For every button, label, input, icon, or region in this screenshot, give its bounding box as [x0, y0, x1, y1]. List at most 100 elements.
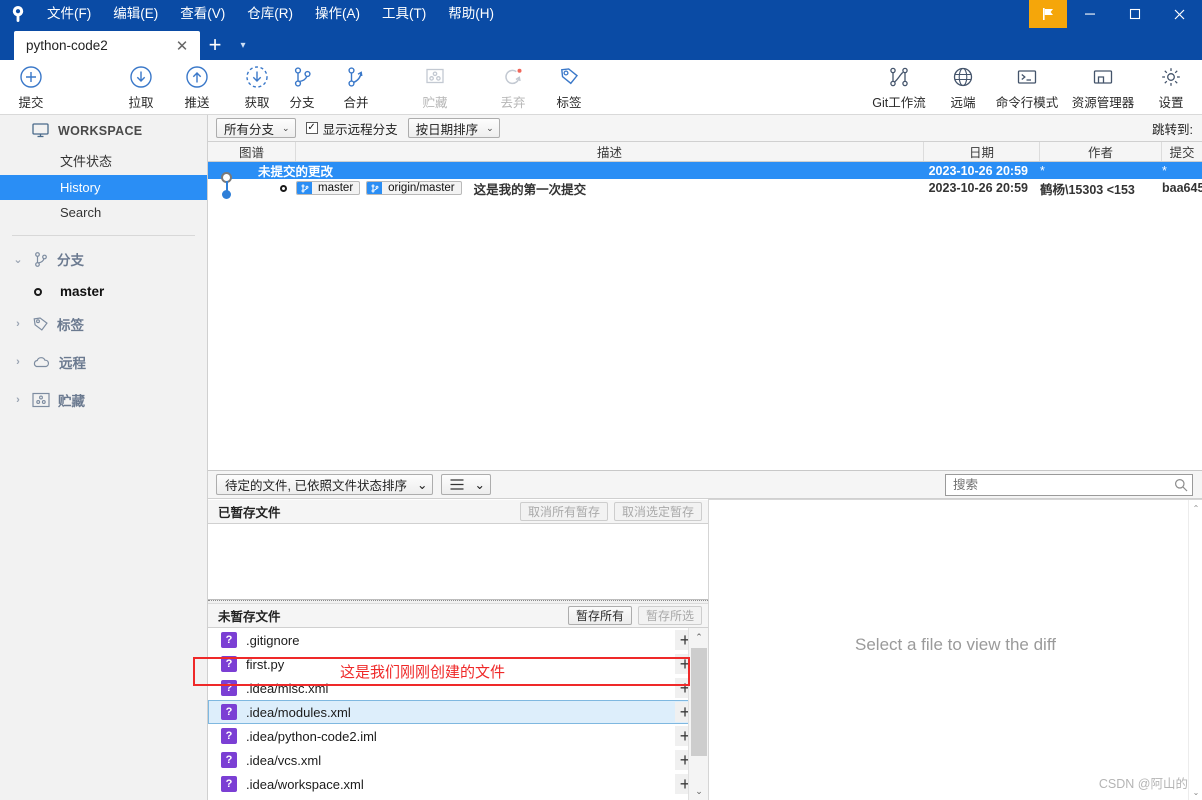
- sidebar-item-file-status[interactable]: 文件状态: [0, 146, 207, 175]
- list-item[interactable]: ? .idea/modules.xml +: [208, 700, 708, 724]
- diff-panel: Select a file to view the diff: [708, 500, 1202, 800]
- history-row-first-commit[interactable]: master origin/master 这是我的第一次提交 2023-10-2…: [208, 179, 1202, 199]
- staged-files-list[interactable]: [208, 524, 708, 600]
- column-header-graph[interactable]: 图谱: [208, 142, 296, 161]
- show-remote-branches-checkbox[interactable]: ✓ 显示远程分支: [305, 119, 398, 138]
- history-filter-bar: 所有分支 ⌄ ✓ 显示远程分支 按日期排序 ⌄ 跳转到:: [208, 115, 1202, 142]
- column-header-author[interactable]: 作者: [1040, 142, 1162, 161]
- menu-view[interactable]: 查看(V): [169, 1, 236, 27]
- list-item[interactable]: ? .idea/python-code2.iml +: [208, 724, 708, 748]
- menu-repository[interactable]: 仓库(R): [236, 1, 304, 27]
- sidebar-item-history[interactable]: History: [0, 175, 207, 200]
- sidebar-group-stashes[interactable]: › 贮藏: [0, 381, 207, 419]
- toolbar-gitflow-label: Git工作流: [872, 96, 926, 110]
- search-box[interactable]: [945, 473, 1193, 496]
- unstaged-list-scrollbar[interactable]: ⌃ ⌄: [688, 628, 708, 800]
- toolbar-settings-button[interactable]: 设置: [1143, 60, 1199, 115]
- unstage-selected-button[interactable]: 取消选定暂存: [613, 502, 702, 521]
- toolbar-explorer-button[interactable]: 资源管理器: [1063, 60, 1143, 115]
- tab-list-chevron-down-icon[interactable]: ▾: [230, 30, 256, 60]
- branch-filter-dropdown[interactable]: 所有分支 ⌄: [216, 118, 296, 138]
- title-bar: 文件(F) 编辑(E) 查看(V) 仓库(R) 操作(A) 工具(T) 帮助(H…: [0, 0, 1202, 28]
- sidebar-workspace-label: WORKSPACE: [58, 123, 143, 138]
- scroll-up-icon[interactable]: ⌃: [1189, 500, 1202, 516]
- list-item[interactable]: ? .gitignore +: [208, 628, 708, 652]
- toolbar-discard-button[interactable]: 丢弃: [486, 60, 540, 115]
- sidebar-item-search[interactable]: Search: [0, 200, 207, 225]
- toolbar-pull-button[interactable]: 拉取: [113, 60, 169, 115]
- pending-sort-dropdown[interactable]: 待定的文件, 已依照文件状态排序 ⌄: [216, 474, 434, 495]
- history-row-refs-and-description: master origin/master 这是我的第一次提交: [280, 179, 586, 198]
- menu-actions[interactable]: 操作(A): [304, 1, 371, 27]
- toolbar-gitflow-button[interactable]: Git工作流: [863, 60, 935, 115]
- history-row-description: 未提交的更改: [258, 165, 334, 179]
- diff-panel-scrollbar[interactable]: ⌃ ⌄: [1188, 500, 1202, 800]
- toolbar-stash-button[interactable]: 贮藏: [408, 60, 462, 115]
- history-row-description: 这是我的第一次提交: [473, 182, 587, 197]
- ref-pill-origin-master[interactable]: origin/master: [366, 181, 462, 195]
- column-header-commit[interactable]: 提交: [1162, 142, 1202, 161]
- toolbar-branch-label: 分支: [289, 96, 315, 110]
- file-status-untracked-icon: ?: [221, 656, 237, 672]
- branch-filter-value: 所有分支: [224, 122, 275, 137]
- history-row-uncommitted[interactable]: 未提交的更改 2023-10-26 20:59 * *: [208, 162, 1202, 193]
- menu-file[interactable]: 文件(F): [36, 1, 102, 27]
- list-item[interactable]: ? .idea/misc.xml +: [208, 676, 708, 700]
- column-header-date[interactable]: 日期: [924, 142, 1040, 161]
- sidebar-branch-master[interactable]: master: [0, 278, 207, 305]
- history-row-commit: baa6451: [1162, 181, 1202, 195]
- minimize-button[interactable]: [1067, 0, 1112, 28]
- view-mode-dropdown[interactable]: ⌄: [441, 474, 491, 495]
- chevron-right-icon[interactable]: ›: [12, 318, 24, 330]
- menu-tools[interactable]: 工具(T): [371, 1, 437, 27]
- new-tab-button[interactable]: +: [200, 30, 230, 60]
- list-item[interactable]: ? first.py +: [208, 652, 708, 676]
- chevron-down-icon[interactable]: ⌄: [12, 253, 24, 266]
- sidebar-group-remotes[interactable]: › 远程: [0, 343, 207, 381]
- scroll-up-icon[interactable]: ⌃: [689, 628, 709, 646]
- tab-close-icon[interactable]: ✕: [172, 36, 192, 56]
- toolbar-push-button[interactable]: 推送: [169, 60, 225, 115]
- toolbar-remote-button[interactable]: 远端: [935, 60, 991, 115]
- stage-selected-button[interactable]: 暂存所选: [637, 606, 702, 625]
- ref-pill-origin-master-label: origin/master: [388, 182, 455, 194]
- scroll-down-icon[interactable]: ⌄: [1189, 784, 1202, 800]
- chevron-right-icon[interactable]: ›: [12, 356, 24, 368]
- maximize-button[interactable]: [1112, 0, 1157, 28]
- file-name: .gitignore: [246, 632, 300, 648]
- flag-icon[interactable]: [1029, 0, 1067, 28]
- toolbar-commit-button[interactable]: 提交: [3, 60, 59, 115]
- column-header-description[interactable]: 描述: [296, 142, 924, 161]
- toolbar-remote-label: 远端: [950, 96, 976, 110]
- toolbar-terminal-button[interactable]: 命令行模式: [991, 60, 1063, 115]
- sidebar-group-tags[interactable]: › 标签: [0, 305, 207, 343]
- sidebar-group-remotes-label: 远程: [59, 356, 86, 371]
- merge-icon: [343, 64, 369, 90]
- toolbar-merge-button[interactable]: 合并: [329, 60, 383, 115]
- sidebar-group-branches[interactable]: ⌄ 分支: [0, 240, 207, 278]
- unstaged-files-list[interactable]: ? .gitignore + ? first.py + ? .idea/misc…: [208, 628, 708, 800]
- sort-order-dropdown[interactable]: 按日期排序 ⌄: [407, 118, 500, 138]
- tag-icon: [556, 64, 582, 90]
- scroll-down-icon[interactable]: ⌄: [689, 782, 709, 800]
- chevron-down-icon: ⌄: [474, 478, 485, 492]
- search-icon[interactable]: [1174, 478, 1188, 492]
- toolbar-branch-button[interactable]: 分支: [275, 60, 329, 115]
- toolbar-tag-button[interactable]: 标签: [542, 60, 596, 115]
- stage-all-button[interactable]: 暂存所有: [567, 606, 632, 625]
- scrollbar-thumb[interactable]: [691, 648, 707, 756]
- file-status-untracked-icon: ?: [221, 752, 237, 768]
- jump-to-label[interactable]: 跳转到:: [1152, 119, 1193, 138]
- unstage-all-button[interactable]: 取消所有暂存: [519, 502, 608, 521]
- ref-pill-master[interactable]: master: [296, 181, 361, 195]
- tab-python-code2[interactable]: python-code2 ✕: [14, 31, 200, 60]
- unstaged-files-title: 未暂存文件: [218, 610, 281, 624]
- history-row-author: *: [1040, 163, 1045, 178]
- list-item[interactable]: ? .idea/workspace.xml +: [208, 772, 708, 796]
- list-item[interactable]: ? .idea/vcs.xml +: [208, 748, 708, 772]
- chevron-right-icon[interactable]: ›: [12, 394, 24, 406]
- menu-help[interactable]: 帮助(H): [437, 1, 505, 27]
- close-button[interactable]: [1157, 0, 1202, 28]
- search-input[interactable]: [953, 477, 1174, 492]
- menu-edit[interactable]: 编辑(E): [102, 1, 169, 27]
